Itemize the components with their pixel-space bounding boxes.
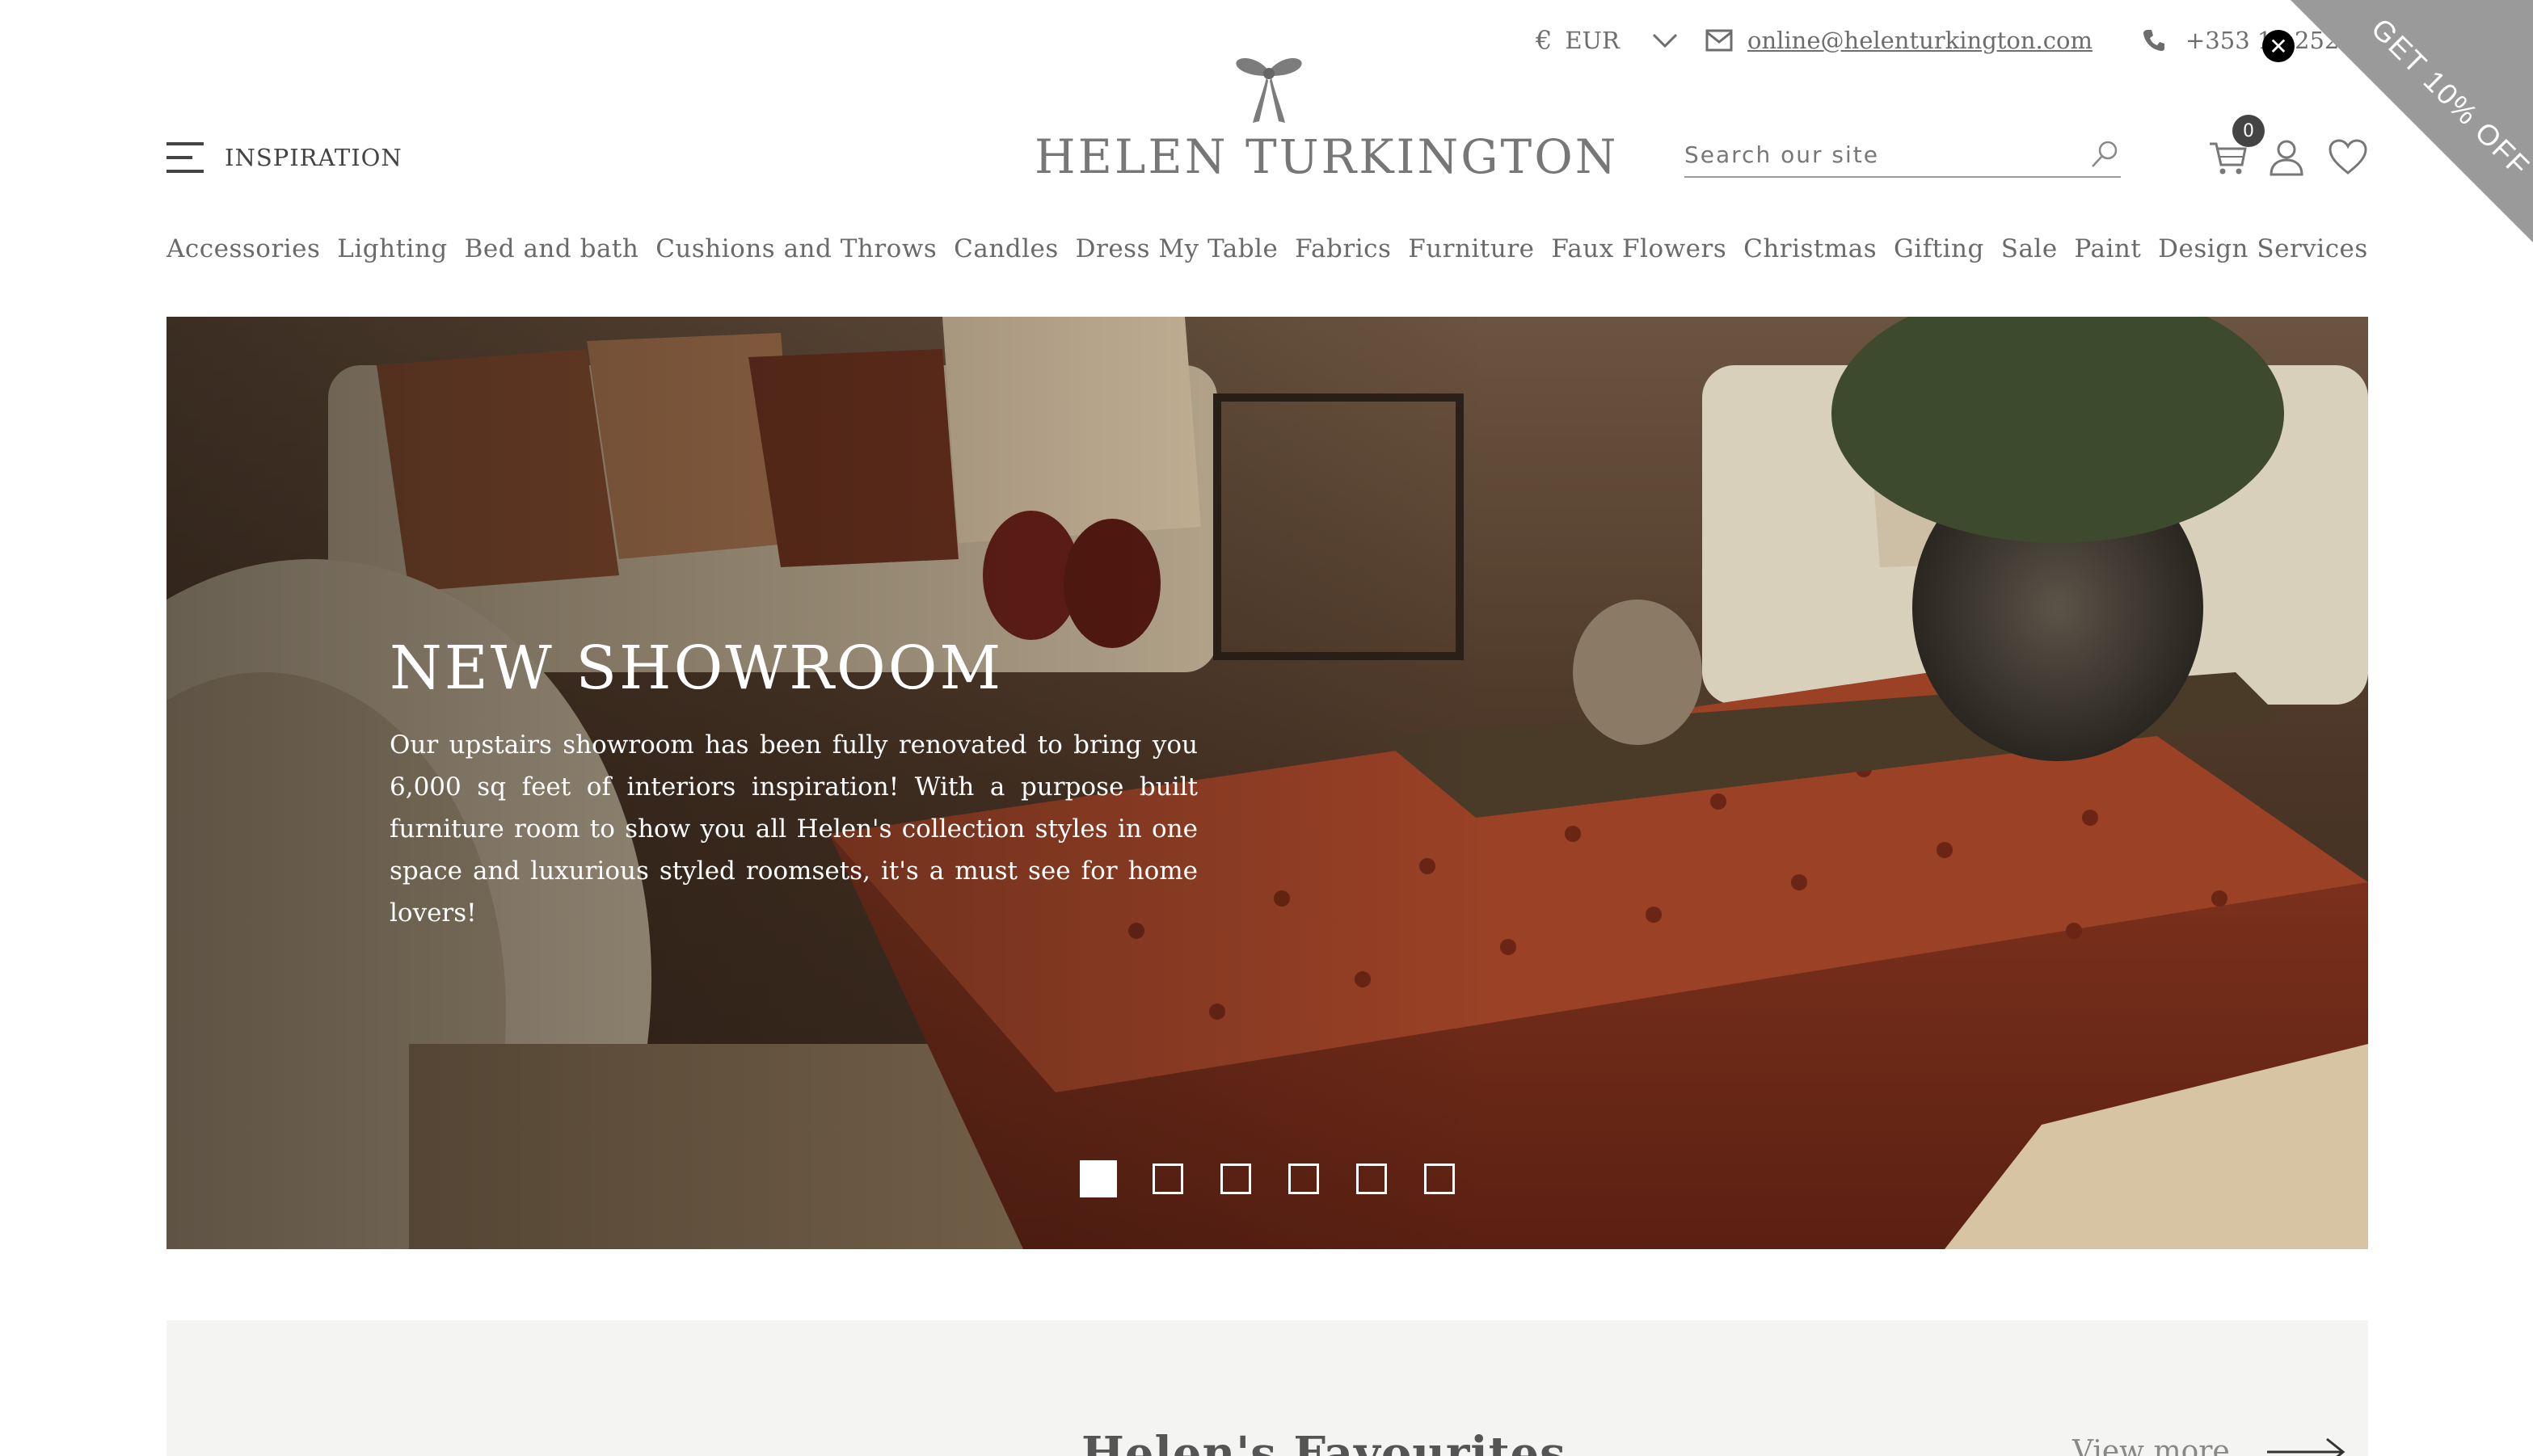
nav-item-sale[interactable]: Sale [2001,234,2058,263]
currency-label: EUR [1565,27,1620,54]
nav-item-accessories[interactable]: Accessories [166,234,320,263]
logo-wordmark: HELEN TURKINGTON [1035,129,1619,184]
nav-item-dress-my-table[interactable]: Dress My Table [1076,234,1279,263]
nav-item-faux-flowers[interactable]: Faux Flowers [1551,234,1726,263]
hero-dot-2[interactable] [1153,1164,1183,1194]
phone-icon [2143,30,2164,51]
hero-banner[interactable]: NEW SHOWROOM Our upstairs showroom has b… [166,317,2368,1249]
hero-dot-4[interactable] [1288,1164,1319,1194]
email-link[interactable]: online@helenturkington.com [1747,27,2093,54]
hero-dot-5[interactable] [1356,1164,1387,1194]
menu-toggle-button[interactable]: INSPIRATION [166,142,402,173]
favourites-title: Helen's Favourites [1081,1427,1566,1456]
nav-item-paint[interactable]: Paint [2075,234,2142,263]
main-nav: Accessories Lighting Bed and bath Cushio… [166,234,2368,263]
search-icon[interactable] [2088,138,2121,170]
hero-description: Our upstairs showroom has been fully ren… [390,730,1198,928]
nav-item-furniture[interactable]: Furniture [1408,234,1534,263]
view-more-label: View more [2072,1435,2230,1456]
nav-item-cushions-and-throws[interactable]: Cushions and Throws [655,234,937,263]
currency-selector[interactable]: € EUR [1536,23,1681,58]
bow-logo-icon [1236,58,1302,123]
nav-item-fabrics[interactable]: Fabrics [1295,234,1391,263]
promo-corner-ribbon[interactable]: GET 10% OFF [2274,0,2533,242]
nav-item-bed-and-bath[interactable]: Bed and bath [465,234,639,263]
arrow-right-icon [2266,1437,2345,1456]
nav-item-lighting[interactable]: Lighting [337,234,448,263]
currency-chevron-icon [1652,33,1677,48]
cart-button[interactable]: 0 [2208,115,2265,178]
hero-dot-6[interactable] [1424,1164,1455,1194]
nav-item-gifting[interactable]: Gifting [1894,234,1984,263]
view-more-link[interactable]: View more [2072,1435,2346,1456]
site-logo[interactable]: HELEN TURKINGTON [1035,53,1619,184]
hero-pagination [1080,1160,1492,1197]
nav-item-candles[interactable]: Candles [954,234,1059,263]
search-bar[interactable] [1684,133,2121,178]
search-input[interactable] [1684,141,2080,168]
hero-dot-1[interactable] [1080,1160,1117,1197]
hero-title: NEW SHOWROOM [390,633,1004,703]
favourites-section: Helen's Favourites View more [166,1320,2368,1456]
menu-label: INSPIRATION [225,144,402,171]
menu-icon [166,142,204,173]
email-contact[interactable]: online@helenturkington.com [1705,23,2093,58]
hero-dot-3[interactable] [1220,1164,1251,1194]
close-icon[interactable]: ✕ [2262,30,2295,62]
currency-symbol: € [1536,25,1553,56]
envelope-icon [1705,29,1733,52]
cart-count-badge: 0 [2232,115,2265,147]
nav-item-christmas[interactable]: Christmas [1743,234,1877,263]
